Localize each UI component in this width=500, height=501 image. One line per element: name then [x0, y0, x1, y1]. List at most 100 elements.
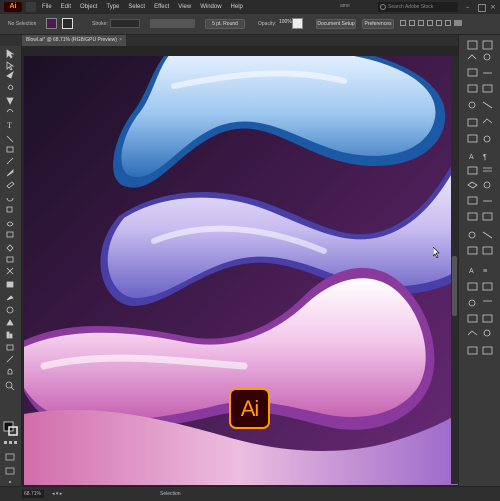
color-mode-icon	[4, 441, 7, 444]
info-panel-icon	[483, 181, 491, 189]
variables-panel-icon	[482, 212, 493, 221]
svg-text:A: A	[469, 268, 474, 275]
symbol-sprayer-tool-icon	[6, 319, 14, 326]
stroke-swatch[interactable]	[62, 18, 73, 29]
document-info-panel-icon	[482, 231, 493, 239]
artboards-panel-icon	[467, 134, 478, 143]
menu-file[interactable]: File	[42, 0, 52, 14]
svg-text:T: T	[7, 121, 12, 130]
align-center-icon[interactable]	[409, 20, 415, 26]
panel-icons: A ¶ A ≡	[467, 40, 493, 355]
stock-search-input[interactable]: Search Adobe Stock	[378, 2, 458, 12]
opacity-label: Opacity:	[258, 21, 277, 27]
artboard-navigation[interactable]: ◂ ▾ ▸	[52, 491, 62, 497]
pencil-tool-icon	[6, 169, 14, 177]
align-panel-icon	[467, 166, 478, 175]
preferences-button[interactable]: Preferences	[362, 19, 394, 29]
svg-text:≡: ≡	[483, 268, 487, 275]
transform-icon[interactable]	[454, 20, 462, 26]
blend-tool-icon	[6, 306, 14, 314]
selection-status: No Selection	[8, 21, 37, 27]
3d-materials-panel-icon	[467, 346, 478, 355]
menu-effect[interactable]: Effect	[154, 0, 169, 14]
search-icon	[380, 4, 386, 10]
transparency-panel-icon	[482, 84, 493, 93]
line-tool-icon	[6, 135, 14, 143]
close-window-icon[interactable]: ×	[490, 2, 500, 12]
fill-swatch[interactable]	[46, 18, 57, 29]
properties-panel-icon	[467, 40, 478, 50]
opacity-value[interactable]: 100%	[277, 19, 292, 28]
gradient-tool-icon	[6, 281, 14, 288]
selection-tool-icon	[6, 49, 15, 59]
current-tool-status: Selection	[160, 491, 181, 497]
glyphs-panel-icon	[468, 299, 476, 307]
user-name: ame	[340, 3, 350, 9]
actions-panel-icon	[467, 212, 478, 221]
align-icons	[400, 20, 480, 28]
home-icon[interactable]	[26, 2, 36, 12]
tabs-panel-icon	[467, 314, 478, 323]
align-top-icon[interactable]	[427, 20, 433, 26]
menu-bar: Ai File Edit Object Type Select Effect V…	[0, 0, 500, 14]
menu-view[interactable]: View	[178, 0, 191, 14]
maximize-icon[interactable]	[478, 4, 486, 12]
vertical-scrollbar[interactable]	[451, 56, 458, 484]
menu-edit[interactable]: Edit	[61, 0, 71, 14]
pathfinder-panel-icon	[483, 167, 492, 172]
flattener-preview-panel-icon	[467, 246, 478, 255]
close-tab-icon[interactable]: ×	[119, 35, 122, 46]
control-bar: No Selection Stroke: 5 pt. Round Opacity…	[0, 14, 500, 35]
style-swatch[interactable]	[292, 18, 303, 29]
width-tool-icon	[6, 221, 14, 227]
draw-mode-icon	[5, 453, 15, 461]
asset-export-panel-icon	[467, 196, 478, 205]
search-placeholder: Search Adobe Stock	[388, 4, 434, 10]
navigator-panel-icon	[483, 135, 491, 143]
screen-mode-icon	[5, 467, 15, 475]
shape-builder-tool-icon	[6, 244, 14, 252]
document-tab[interactable]: Blowl.ai* @ 68.71% (RGB/GPU Preview) ×	[22, 35, 126, 46]
menu-select[interactable]: Select	[128, 0, 145, 14]
gradient-panel-icon	[467, 84, 478, 93]
slice-tool-icon	[6, 355, 14, 363]
toolbar-icons: T	[3, 49, 18, 483]
layers-panel-icon	[482, 40, 493, 50]
history-panel-icon	[467, 330, 478, 336]
document-setup-button[interactable]: Document Setup	[316, 19, 356, 29]
zoom-level-field[interactable]: 68.71%	[22, 490, 44, 498]
rectangle-tool-icon	[6, 146, 14, 153]
brushes-panel-icon	[482, 118, 493, 124]
mouse-cursor-icon	[433, 247, 440, 258]
menu-help[interactable]: Help	[231, 0, 243, 14]
scrollbar-thumb[interactable]	[452, 256, 457, 316]
align-left-icon[interactable]	[400, 20, 406, 26]
attributes-panel-icon	[482, 314, 493, 323]
minimize-icon[interactable]: –	[466, 2, 476, 12]
menu-type[interactable]: Type	[106, 0, 119, 14]
comments-panel-icon	[483, 329, 491, 337]
stroke-weight-field[interactable]	[110, 19, 140, 28]
align-right-icon[interactable]	[418, 20, 424, 26]
align-bottom-icon[interactable]	[445, 20, 451, 26]
menu-object[interactable]: Object	[80, 0, 97, 14]
variable-width-profile[interactable]	[150, 19, 195, 28]
brush-definition-dropdown[interactable]: 5 pt. Round	[205, 19, 245, 29]
swatches-panel-icon	[467, 68, 478, 77]
appearance-panel-icon	[468, 101, 476, 109]
hand-tool-icon	[7, 368, 13, 375]
svg-text:A: A	[469, 154, 474, 161]
align-middle-icon[interactable]	[436, 20, 442, 26]
edit-toolbar-icon	[9, 481, 11, 483]
magic-wand-panel-icon	[482, 246, 493, 255]
svg-text:¶: ¶	[483, 154, 487, 161]
character-styles-panel-icon	[467, 282, 478, 291]
links-panel-icon	[467, 181, 478, 189]
tools-panel: T	[0, 46, 22, 486]
color-panel-icon	[483, 53, 491, 61]
menu-window[interactable]: Window	[200, 0, 221, 14]
artboard-tool-icon	[6, 344, 14, 351]
stroke-label: Stroke:	[92, 21, 108, 27]
status-bar: 68.71% ◂ ▾ ▸ Selection	[0, 486, 500, 501]
learn-panel-icon	[482, 346, 493, 355]
